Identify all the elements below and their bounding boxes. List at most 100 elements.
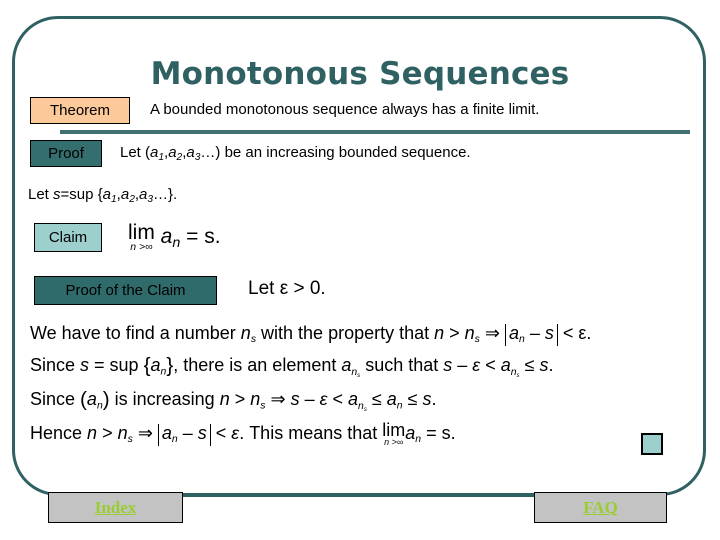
l2-a2-sub: ns: [511, 367, 520, 379]
l3-t8: ≤: [402, 389, 423, 410]
l4-eps: ε: [231, 422, 240, 443]
l1-abs: an – s: [504, 323, 558, 347]
l3-t2: is increasing: [109, 389, 220, 410]
l2-ans-sub: ns: [351, 367, 360, 379]
proof-text-prefix: Let (: [120, 144, 151, 161]
proof-line-4: Hence n > ns ⇒ an – s < ε. This means th…: [30, 421, 680, 447]
l2-ans: a: [341, 355, 352, 376]
sup-ellipsis: …: [153, 186, 169, 203]
claim-a-sub: n: [172, 234, 181, 251]
sup-eq: =sup {: [60, 186, 103, 203]
proof-body: We have to find a number ns with the pro…: [30, 322, 680, 454]
section-divider: [60, 130, 690, 134]
l4-lim-under: n >∞: [384, 437, 404, 448]
sup-a1: a: [102, 186, 111, 203]
l4-t4: <: [210, 422, 232, 443]
l4-lim-a: a: [405, 422, 416, 443]
l3-paren-open: (: [80, 388, 87, 412]
l4-abs: an – s: [157, 422, 211, 447]
claim-a: a: [160, 224, 173, 248]
lim-op-text: lim: [128, 221, 155, 244]
l2-a2: a: [500, 355, 511, 376]
l2-t8: .: [548, 355, 554, 376]
l2-s2: s: [443, 355, 453, 376]
l3-ans: a: [348, 389, 359, 410]
sup-s: s: [53, 186, 61, 203]
l3-an: a: [386, 389, 397, 410]
l3-t5: –: [299, 389, 320, 410]
claim-label-text: Claim: [48, 229, 88, 246]
proof-text-suffix: ) be an increasing bounded sequence.: [215, 144, 471, 161]
l2-t1: Since: [30, 355, 81, 376]
l4-lim-sub: n: [415, 434, 422, 446]
l3-eps: ε: [319, 389, 328, 410]
claim-eq-tail: = s.: [186, 224, 221, 248]
l1-n: n: [434, 323, 445, 343]
l2-t4: such that: [360, 355, 444, 376]
sup-suffix: }.: [168, 186, 178, 203]
l4-implies: ⇒: [132, 422, 158, 443]
frame-bottom-segment: [183, 494, 534, 497]
seq-a3: a: [186, 144, 195, 161]
proof-label-text: Proof: [48, 145, 84, 162]
l1-t5: < ε.: [557, 323, 592, 343]
l2-s: s: [80, 355, 90, 376]
proof-label-box: Proof: [30, 140, 102, 167]
ellipsis1: …: [200, 144, 216, 161]
slide-canvas: Monotonous Sequences Theorem A bounded m…: [0, 0, 720, 540]
faq-button[interactable]: FAQ: [534, 492, 667, 523]
proof-of-claim-label-text: Proof of the Claim: [65, 282, 186, 299]
epsilon-assumption-line: Let ε > 0.: [248, 278, 326, 299]
page-title: Monotonous Sequences: [150, 56, 570, 92]
l3-ns: n: [250, 389, 261, 410]
l2-t3: , there is an element: [173, 355, 342, 376]
l3-t1: Since: [30, 389, 81, 410]
l2-set-open: {: [143, 354, 151, 378]
l3-implies: ⇒: [265, 389, 291, 410]
l3-s: s: [290, 389, 300, 410]
lim-under-text: n >∞: [130, 241, 153, 253]
l1-abs-a: a: [508, 323, 519, 343]
l1-t3: >: [444, 323, 465, 343]
l2-t5: –: [452, 355, 473, 376]
l2-t2: = sup: [89, 355, 144, 376]
l1-abs-tail: – s: [524, 323, 554, 343]
claim-equation: lim n >∞ an = s.: [128, 222, 221, 253]
qed-square-icon: [641, 433, 663, 455]
limit-operator-2: lim n >∞: [382, 421, 405, 447]
proof-of-claim-label-box: Proof of the Claim: [34, 276, 217, 305]
l2-eps: ε: [472, 355, 481, 376]
limit-operator: lim n >∞: [128, 222, 155, 253]
sup-prefix: Let: [28, 186, 54, 203]
l3-n: n: [219, 389, 230, 410]
l3-t3: >: [229, 389, 251, 410]
theorem-statement: A bounded monotonous sequence always has…: [150, 101, 540, 118]
l4-abs-tail: – s: [177, 422, 207, 443]
l2-t6: <: [480, 355, 501, 376]
l2-set-a: a: [150, 355, 161, 376]
theorem-label-box: Theorem: [30, 97, 130, 124]
proof-line-3: Since (an) is increasing n > ns ⇒ s – ε …: [30, 387, 680, 414]
l4-ns: n: [117, 422, 128, 443]
l3-a: a: [86, 389, 97, 410]
faq-button-label: FAQ: [583, 497, 618, 517]
l4-abs-a: a: [161, 422, 172, 443]
l3-paren-close: ): [102, 388, 110, 412]
index-button[interactable]: Index: [48, 492, 183, 523]
index-button-label: Index: [94, 497, 137, 517]
claim-label-box: Claim: [34, 223, 102, 252]
l4-t1: Hence: [30, 422, 88, 443]
l3-t7: ≤: [366, 389, 387, 410]
l2-t7: ≤: [519, 355, 540, 376]
supremum-definition-line: Let s=sup {a1,a2,a3…}.: [28, 186, 177, 205]
proof-line-2: Since s = sup {an}, there is an element …: [30, 353, 680, 380]
l1-t2: with the property that: [256, 323, 435, 343]
proof-statement: Let (a1,a2,a3…) be an increasing bounded…: [120, 144, 471, 163]
l1-t1: We have to find a number: [30, 323, 241, 343]
l4-lim-tail: = s.: [426, 422, 456, 443]
sup-a2: a: [120, 186, 130, 203]
l1-ns2: n: [464, 323, 475, 343]
l3-t9: .: [431, 389, 437, 410]
l4-n: n: [87, 422, 98, 443]
l3-ans-sub: ns: [358, 401, 367, 413]
